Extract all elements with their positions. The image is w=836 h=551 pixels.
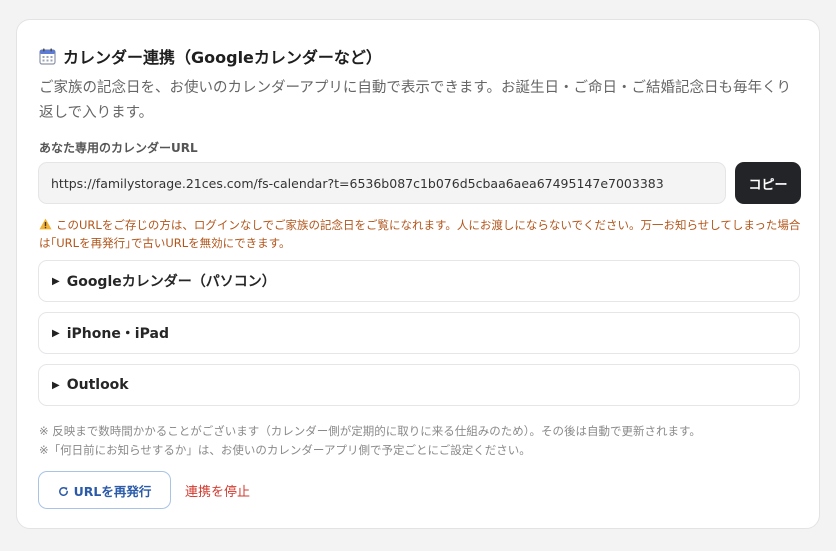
note-sync-delay: ※ 反映まで数時間かかることがございます（カレンダー側が定期的に取りに来る仕組み… [39,424,701,438]
card-title: カレンダー連携（Googleカレンダーなど） [63,48,382,67]
expand-arrow-icon: ▶ [52,327,60,339]
accordion-label: iPhone・iPad [66,326,169,342]
expand-arrow-icon: ▶ [52,379,60,391]
note-reminder-setting: ※「何日前にお知らせするか」は、お使いのカレンダーアプリ側で予定ごとにご設定くだ… [39,443,531,457]
accordion-outlook[interactable]: ▶ Outlook [38,364,800,406]
accordion-google-calendar[interactable]: ▶ Googleカレンダー（パソコン） [38,260,800,302]
calendar-url-field[interactable] [38,162,726,204]
reissue-url-button[interactable]: URLを再発行 [38,471,171,509]
card-description: ご家族の記念日を、お使いのカレンダーアプリに自動で表示できます。お誕生日・ご命日… [39,80,791,121]
card-header: カレンダー連携（Googleカレンダーなど） [39,44,382,68]
copy-url-button[interactable]: コピー [735,162,801,204]
calendar-url-label: あなた専用のカレンダーURL [39,141,198,155]
security-warning: このURLをご存じの方は、ログインなしでご家族の記念日をご覧になれます。人にお渡… [39,216,803,252]
refresh-icon [58,485,69,496]
expand-arrow-icon: ▶ [52,275,60,287]
stop-integration-link[interactable]: 連携を停止 [185,481,250,500]
calendar-icon [39,48,56,65]
reissue-url-label: URLを再発行 [73,483,152,499]
warning-text: このURLをご存じの方は、ログインなしでご家族の記念日をご覧になれます。人にお渡… [39,218,801,250]
sync-notes: ※ 反映まで数時間かかることがございます（カレンダー側が定期的に取りに来る仕組み… [39,422,809,460]
calendar-integration-card: カレンダー連携（Googleカレンダーなど） ご家族の記念日を、お使いのカレンダ… [16,19,820,529]
accordion-label: Outlook [66,377,129,393]
accordion-iphone-ipad[interactable]: ▶ iPhone・iPad [38,312,800,354]
accordion-label: Googleカレンダー（パソコン） [66,274,276,290]
warning-icon [39,217,52,230]
